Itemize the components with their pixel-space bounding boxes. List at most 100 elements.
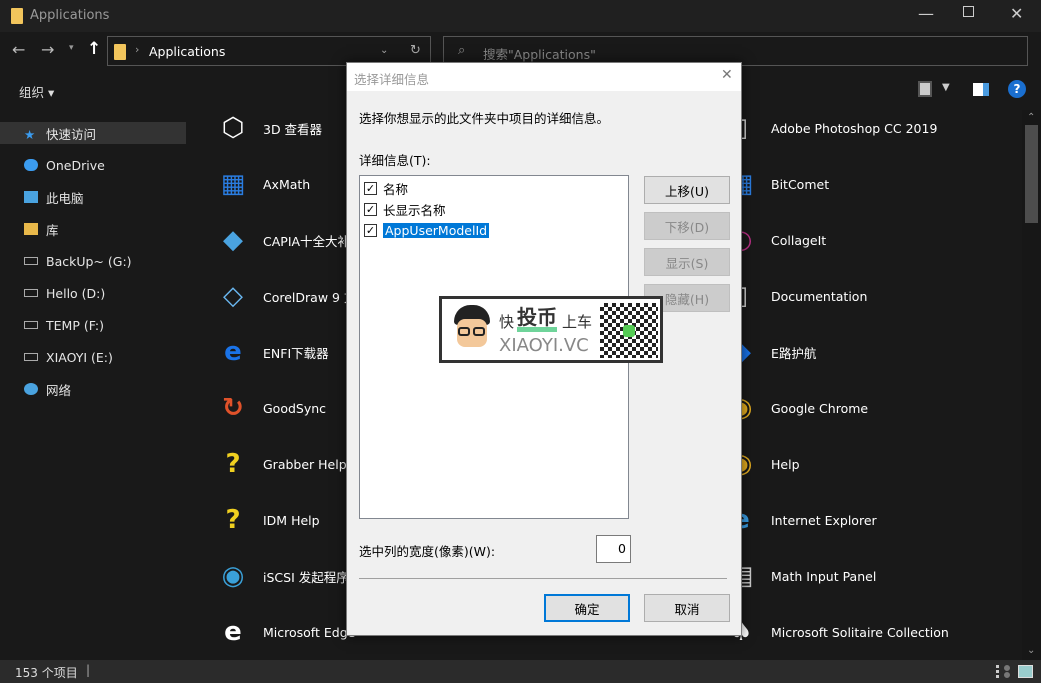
change-view-icon[interactable] — [918, 81, 932, 97]
file-item[interactable]: e Microsoft Edge — [209, 607, 355, 657]
recent-chevron-icon[interactable]: ▾ — [69, 43, 74, 53]
file-item-label: Microsoft Edge — [263, 624, 356, 640]
file-item[interactable]: ? Grabber Help — [209, 439, 347, 489]
breadcrumb-chevron-icon: › — [135, 43, 140, 56]
dialog-title: 选择详细信息 — [354, 72, 430, 87]
cancel-button[interactable]: 取消 — [644, 594, 730, 622]
back-icon[interactable]: ← — [12, 40, 25, 59]
large-icons-view-icon[interactable] — [1018, 665, 1033, 678]
refresh-icon[interactable]: ↻ — [410, 43, 421, 58]
app-icon: ⬡ — [221, 113, 245, 143]
sidebar-item-drive-f[interactable]: TEMP (F:) — [0, 314, 186, 336]
dialog-close-button[interactable]: ✕ — [721, 67, 733, 83]
file-item[interactable]: ▦ AxMath — [209, 159, 311, 209]
help-icon[interactable]: ? — [1008, 80, 1026, 98]
sidebar-item-drive-g[interactable]: BackUp~ (G:) — [0, 250, 186, 272]
breadcrumb-applications[interactable]: Applications — [149, 44, 225, 59]
scrollbar-thumb[interactable] — [1025, 125, 1038, 223]
checkbox[interactable]: ✓ — [364, 223, 377, 237]
details-view-icon[interactable] — [996, 665, 1010, 678]
app-icon: ? — [225, 505, 241, 535]
scroll-up-icon[interactable]: ⌃ — [1027, 112, 1035, 123]
file-item[interactable]: ♠Microsoft Solitaire Collection — [717, 607, 949, 657]
file-item-label: ENFI下载器 — [263, 345, 329, 361]
detail-item-name[interactable]: ✓ 名称 — [364, 178, 408, 198]
file-item-label: 3D 查看器 — [263, 121, 323, 137]
forward-icon[interactable]: → — [41, 40, 54, 59]
checkbox[interactable]: ✓ — [364, 202, 377, 216]
file-item-label: Internet Explorer — [771, 512, 877, 528]
cloud-icon — [24, 159, 38, 171]
separator — [359, 578, 727, 579]
title-bar: Applications — ✕ — [0, 0, 1041, 32]
file-item[interactable]: ↻ GoodSync — [209, 383, 326, 433]
sidebar-item-libraries[interactable]: 库 — [0, 218, 186, 240]
file-item-label: CorelDraw 9 文 — [263, 289, 357, 305]
status-divider: | — [86, 663, 91, 677]
star-icon: ★ — [24, 127, 36, 142]
app-icon: ↻ — [222, 393, 244, 423]
app-icon: ◉ — [221, 561, 245, 591]
file-item-label: Microsoft Solitaire Collection — [771, 624, 949, 640]
file-item-label: E路护航 — [771, 345, 817, 361]
checkbox[interactable]: ✓ — [364, 181, 377, 195]
details-list-label: 详细信息(T): — [359, 153, 431, 168]
file-item[interactable]: ? IDM Help — [209, 495, 320, 545]
minimize-button[interactable]: — — [918, 4, 934, 23]
up-icon[interactable]: ↑ — [87, 39, 101, 59]
dialog-description: 选择你想显示的此文件夹中项目的详细信息。 — [359, 111, 610, 126]
file-item-label: Adobe Photoshop CC 2019 — [771, 120, 938, 136]
address-dropdown-icon[interactable]: ⌄ — [380, 45, 388, 56]
file-item[interactable]: ◉ iSCSI 发起程序 — [209, 551, 349, 601]
folder-icon — [114, 44, 126, 60]
file-item[interactable]: ▯Adobe Photoshop CC 2019 — [717, 110, 938, 153]
vertical-scrollbar[interactable]: ⌃ ⌄ — [1022, 110, 1041, 660]
drive-icon — [24, 321, 38, 329]
column-width-input[interactable]: 0 — [596, 535, 631, 563]
app-icon: ▦ — [220, 169, 246, 199]
detail-item-appusermodelid[interactable]: ✓ AppUserModelId — [364, 220, 490, 240]
move-down-button[interactable]: 下移(D) — [644, 212, 730, 240]
sidebar-item-onedrive[interactable]: OneDrive — [0, 154, 186, 176]
item-count: 153 个项目 — [15, 666, 78, 680]
file-item-label: Math Input Panel — [771, 568, 877, 584]
sidebar-item-label: 快速访问 — [46, 126, 97, 142]
move-up-button[interactable]: 上移(U) — [644, 176, 730, 204]
file-item-label: CollageIt — [771, 232, 827, 248]
sidebar-item-drive-e[interactable]: XIAOYI (E:) — [0, 346, 186, 368]
file-item[interactable]: ◆ CAPIA十全大补 — [209, 215, 350, 265]
ok-button[interactable]: 确定 — [544, 594, 630, 622]
scroll-down-icon[interactable]: ⌄ — [1027, 645, 1035, 656]
search-icon: ⌕ — [458, 43, 466, 58]
sidebar-item-network[interactable]: 网络 — [0, 378, 186, 400]
organize-menu[interactable]: 组织 ▾ — [19, 82, 54, 101]
maximize-button[interactable] — [963, 6, 974, 17]
search-placeholder: 搜索"Applications" — [483, 47, 596, 62]
view-dropdown-icon[interactable]: ▼ — [942, 82, 950, 93]
sidebar-item-label: 此电脑 — [46, 190, 84, 206]
file-item-label: Help — [771, 456, 800, 472]
qr-code — [600, 303, 658, 358]
detail-item-long-display-name[interactable]: ✓ 长显示名称 — [364, 199, 446, 219]
file-item-label: IDM Help — [263, 512, 320, 528]
sidebar-item-drive-d[interactable]: Hello (D:) — [0, 282, 186, 304]
file-item[interactable]: ⬡ 3D 查看器 — [209, 110, 322, 153]
show-button[interactable]: 显示(S) — [644, 248, 730, 276]
file-item-label: GoodSync — [263, 400, 327, 416]
preview-pane-icon[interactable] — [973, 83, 989, 96]
sidebar-item-label: XIAOYI (E:) — [46, 349, 113, 365]
app-icon: ◆ — [223, 225, 243, 255]
file-item-label: AxMath — [263, 176, 311, 192]
sidebar-item-this-pc[interactable]: 此电脑 — [0, 186, 186, 208]
file-item[interactable]: e ENFI下载器 — [209, 327, 329, 377]
watermark-text: 快 — [499, 313, 515, 331]
file-item[interactable]: ◇ CorelDraw 9 文 — [209, 271, 356, 321]
app-icon: e — [224, 617, 242, 647]
close-button[interactable]: ✕ — [1010, 4, 1023, 23]
detail-label: AppUserModelId — [383, 222, 490, 238]
sidebar-item-quick-access[interactable]: ★ 快速访问 — [0, 122, 186, 144]
sidebar-item-label: OneDrive — [46, 157, 105, 173]
detail-label: 长显示名称 — [383, 202, 446, 218]
file-item-label: Grabber Help — [263, 456, 347, 472]
watermark-url: XIAOYI.VC — [499, 335, 589, 356]
